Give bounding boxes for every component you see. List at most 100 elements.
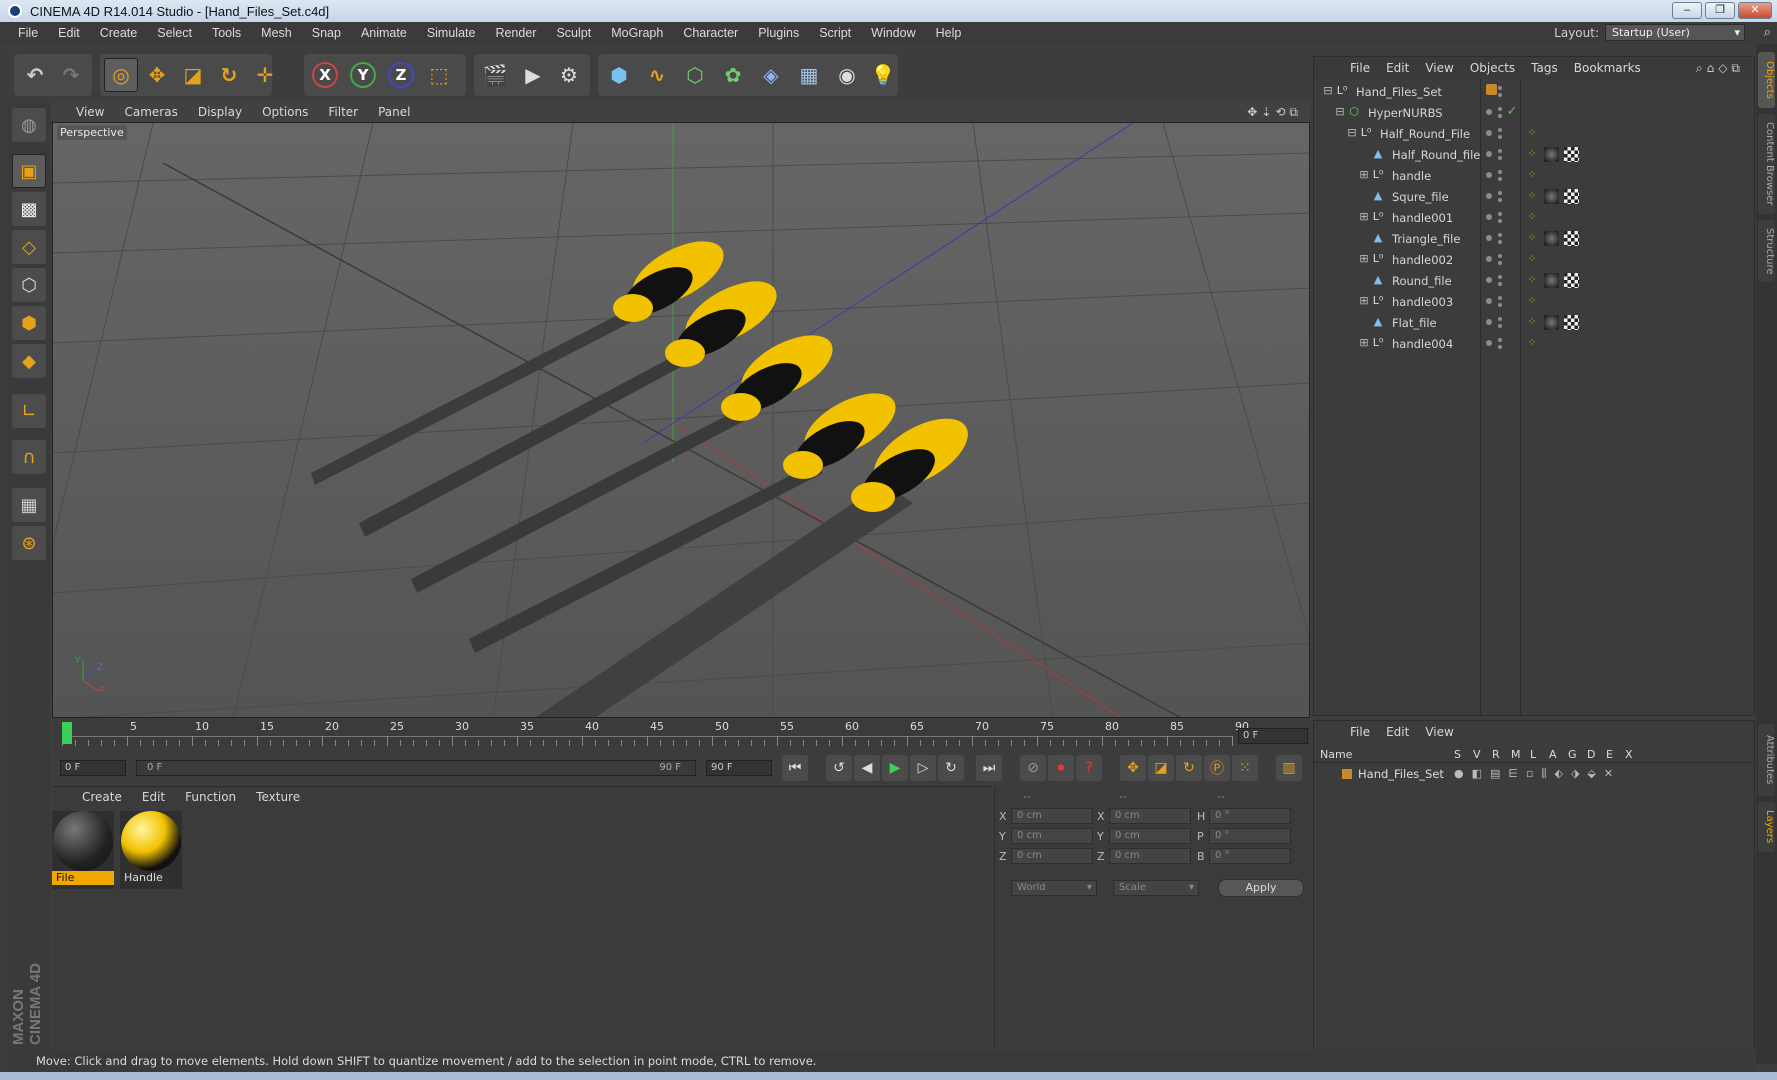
object-row[interactable]: ▲ Half_Round_file ⁘ xyxy=(1314,144,1754,165)
play-icon[interactable]: ▶ xyxy=(882,755,908,781)
layout-dropdown[interactable]: Startup (User) ▾ xyxy=(1605,24,1745,41)
layer-col-d[interactable]: D xyxy=(1587,748,1595,761)
start-frame-field[interactable]: 0 F xyxy=(60,760,126,776)
redo-icon[interactable]: ↷ xyxy=(54,58,88,92)
object-menu-tags[interactable]: Tags xyxy=(1523,61,1566,75)
key-position-icon[interactable]: ✥ xyxy=(1120,755,1146,781)
material-menu-function[interactable]: Function xyxy=(175,790,246,804)
size-x-field[interactable]: 0 cm xyxy=(1109,808,1191,824)
menu-snap[interactable]: Snap xyxy=(302,26,351,40)
undo-icon[interactable]: ↶ xyxy=(18,58,52,92)
tab-attributes[interactable]: Attributes xyxy=(1758,724,1775,796)
spline-icon[interactable]: ∿ xyxy=(640,58,674,92)
phong-tag-icon[interactable]: ⁘ xyxy=(1526,169,1538,181)
texture-mode-icon[interactable]: ▩ xyxy=(12,192,46,226)
menu-help[interactable]: Help xyxy=(926,26,972,40)
expand-toggle-icon[interactable]: ⊟ xyxy=(1322,85,1334,97)
viewport-menu-view[interactable]: View xyxy=(66,105,114,119)
object-row[interactable]: ⊞ L⁰ handle002 ⁘ xyxy=(1314,249,1754,270)
playhead[interactable] xyxy=(62,722,72,744)
enabled-check-icon[interactable]: ✓ xyxy=(1506,105,1518,118)
editor-visibility-dot[interactable] xyxy=(1486,214,1492,220)
phong-tag-icon[interactable]: ⁘ xyxy=(1526,211,1538,223)
editor-visibility-dot[interactable] xyxy=(1486,277,1492,283)
viewport-menu-cameras[interactable]: Cameras xyxy=(114,105,187,119)
render-visibility-dot[interactable] xyxy=(1498,338,1502,342)
phong-tag-icon[interactable]: ⁘ xyxy=(1526,337,1538,349)
current-frame-field[interactable]: 0 F xyxy=(1238,728,1308,744)
coordinate-system-icon[interactable]: ⬚ xyxy=(422,58,456,92)
render-visibility-dot[interactable] xyxy=(1498,282,1502,286)
editor-visibility-dot[interactable] xyxy=(1486,298,1492,304)
viewport-menu-display[interactable]: Display xyxy=(188,105,252,119)
position-y-field[interactable]: 0 cm xyxy=(1011,828,1093,844)
size-z-field[interactable]: 0 cm xyxy=(1109,848,1191,864)
search-icon[interactable]: ⌕ xyxy=(1764,25,1771,40)
material-tag-file-icon[interactable] xyxy=(1544,189,1559,204)
next-frame-icon[interactable]: ▷ xyxy=(910,755,936,781)
model-mode-icon[interactable]: ▣ xyxy=(12,154,46,188)
render-visibility-dot[interactable] xyxy=(1498,107,1502,111)
layer-color-tag[interactable] xyxy=(1486,84,1497,95)
render-visibility-dot[interactable] xyxy=(1498,254,1502,258)
polygons-mode-icon[interactable]: ◆ xyxy=(12,344,46,378)
nurbs-icon[interactable]: ⬡ xyxy=(678,58,712,92)
layer-menu-view[interactable]: View xyxy=(1417,725,1461,739)
render-settings-icon[interactable]: ⚙ xyxy=(552,58,586,92)
editor-visibility-dot[interactable] xyxy=(1486,256,1492,262)
editor-visibility-dot[interactable] xyxy=(1486,151,1492,157)
rotation-b-field[interactable]: 0 ° xyxy=(1209,848,1291,864)
rotation-p-field[interactable]: 0 ° xyxy=(1209,828,1291,844)
points-mode-icon[interactable]: ⬡ xyxy=(12,268,46,302)
layer-col-a[interactable]: A xyxy=(1549,748,1557,761)
deformer-icon[interactable]: ◈ xyxy=(754,58,788,92)
render-visibility-dot[interactable] xyxy=(1498,317,1502,321)
render-visibility-dot[interactable] xyxy=(1498,219,1502,223)
range-slider[interactable]: 0 F 90 F xyxy=(136,760,696,776)
menu-create[interactable]: Create xyxy=(90,26,148,40)
expand-toggle-icon[interactable]: ⊞ xyxy=(1358,337,1370,349)
object-row[interactable]: ⊞ L⁰ handle001 ⁘ xyxy=(1314,207,1754,228)
minimize-button[interactable]: – xyxy=(1672,2,1702,19)
phong-tag-icon[interactable]: ⁘ xyxy=(1526,316,1538,328)
menu-window[interactable]: Window xyxy=(861,26,925,40)
render-picture-viewer-icon[interactable]: ▶ xyxy=(516,58,550,92)
material-menu-create[interactable]: Create xyxy=(72,790,132,804)
render-visibility-dot[interactable] xyxy=(1498,303,1502,307)
menu-edit[interactable]: Edit xyxy=(48,26,90,40)
menu-file[interactable]: File xyxy=(8,26,48,40)
menu-plugins[interactable]: Plugins xyxy=(748,26,809,40)
menu-tools[interactable]: Tools xyxy=(202,26,251,40)
expand-toggle-icon[interactable]: ⊟ xyxy=(1334,106,1346,118)
render-visibility-dot[interactable] xyxy=(1498,114,1502,118)
render-visibility-dot[interactable] xyxy=(1498,198,1502,202)
object-row[interactable]: ▲ Triangle_file ⁘ xyxy=(1314,228,1754,249)
y-axis-lock-icon[interactable]: Y xyxy=(346,58,380,92)
position-z-field[interactable]: 0 cm xyxy=(1011,848,1093,864)
layer-menu-file[interactable]: File xyxy=(1342,725,1378,739)
render-visibility-dot[interactable] xyxy=(1498,240,1502,244)
render-visibility-dot[interactable] xyxy=(1498,149,1502,153)
material-tag-handle-icon[interactable] xyxy=(1564,315,1579,330)
axis-mode-icon[interactable]: ∟ xyxy=(12,394,46,428)
render-visibility-dot[interactable] xyxy=(1498,170,1502,174)
end-frame-field[interactable]: 90 F xyxy=(706,760,772,776)
tab-objects[interactable]: Objects xyxy=(1758,52,1775,108)
rotation-h-field[interactable]: 0 ° xyxy=(1209,808,1291,824)
object-row[interactable]: ⊞ L⁰ handle004 ⁘ xyxy=(1314,333,1754,354)
expand-toggle-icon[interactable]: ⊞ xyxy=(1358,295,1370,307)
menu-animate[interactable]: Animate xyxy=(351,26,417,40)
phong-tag-icon[interactable]: ⁘ xyxy=(1526,127,1538,139)
material-tag-file-icon[interactable] xyxy=(1544,273,1559,288)
prev-frame-icon[interactable]: ◀ xyxy=(854,755,880,781)
menu-mograph[interactable]: MoGraph xyxy=(601,26,673,40)
object-row[interactable]: ⊟ ⬡ HyperNURBS ✓ xyxy=(1314,102,1754,123)
viewport-menu-panel[interactable]: Panel xyxy=(368,105,420,119)
viewport-nav-icons[interactable]: ✥⇣⟲⧉ xyxy=(1247,105,1302,120)
position-x-field[interactable]: 0 cm xyxy=(1011,808,1093,824)
object-row[interactable]: ⊟ L⁰ Half_Round_File ⁘ xyxy=(1314,123,1754,144)
floor-icon[interactable]: ▦ xyxy=(792,58,826,92)
coordinate-space-select[interactable]: World ▾ xyxy=(1011,880,1097,896)
material-handle[interactable]: Handle xyxy=(120,811,182,889)
render-visibility-dot[interactable] xyxy=(1498,296,1502,300)
